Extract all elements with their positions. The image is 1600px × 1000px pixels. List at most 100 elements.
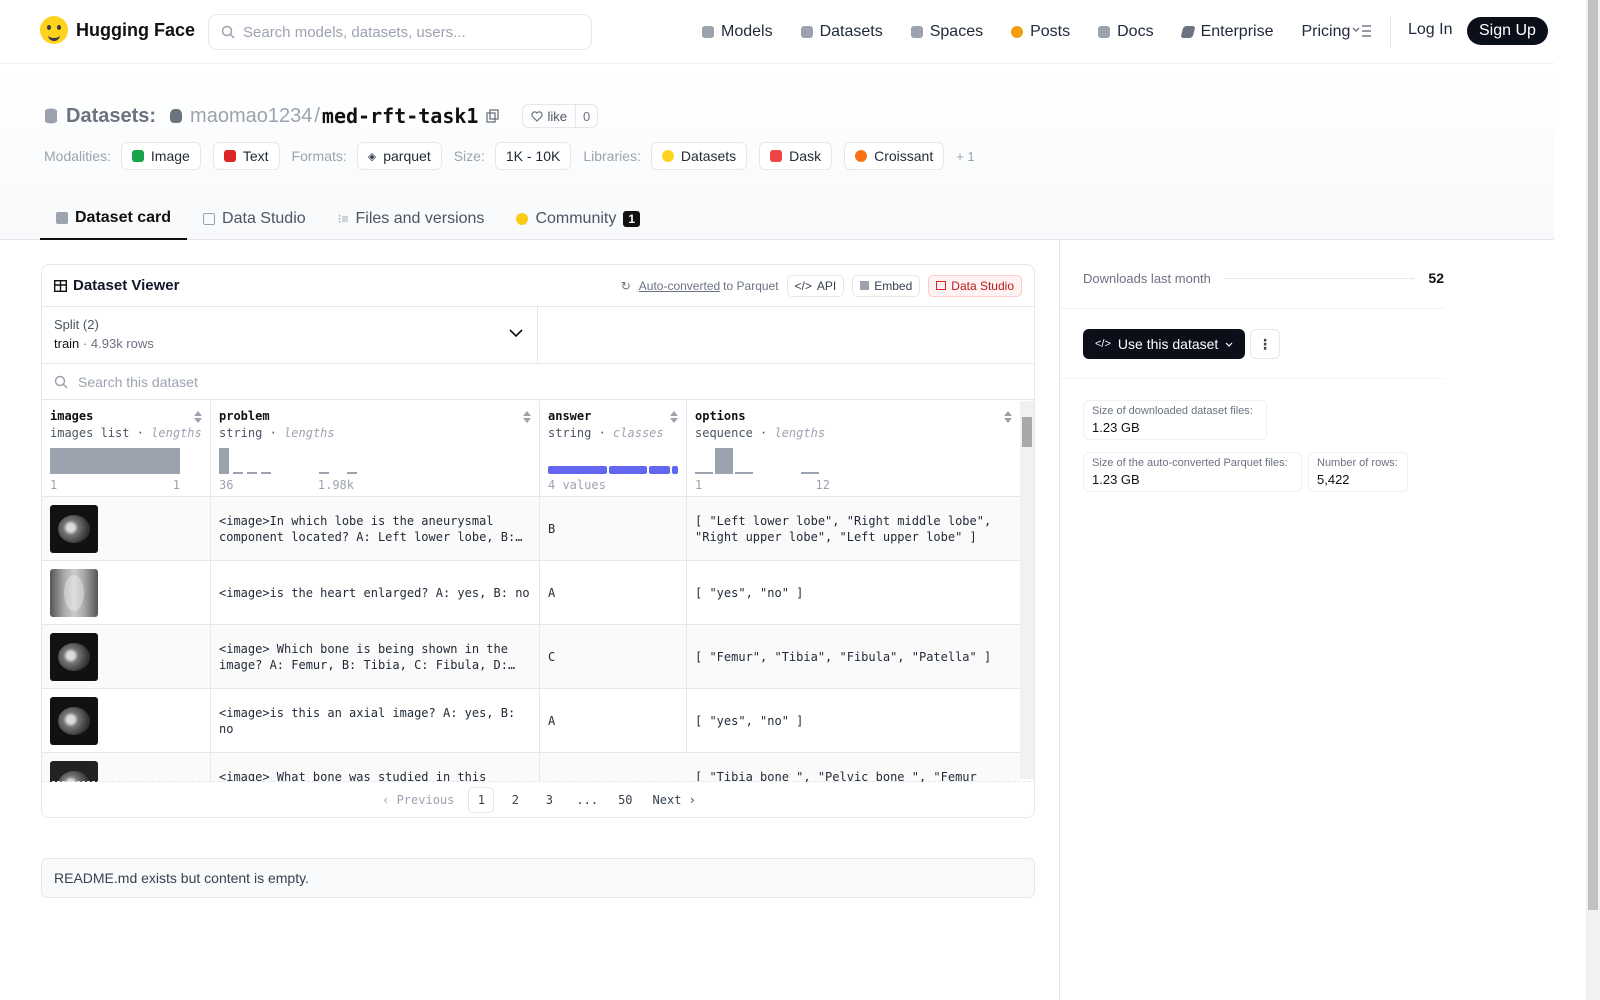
tag-library-croissant[interactable]: Croissant: [844, 142, 945, 170]
histogram-bar[interactable]: [695, 472, 713, 474]
histogram-bar[interactable]: [247, 472, 257, 474]
split-select[interactable]: Split (2) train · 4.93k rows: [42, 307, 538, 363]
to-parquet-text: to Parquet: [723, 278, 779, 293]
brand-logo[interactable]: Hugging Face: [40, 16, 195, 44]
table-row[interactable]: <image>is this an axial image? A: yes, B…: [42, 689, 1020, 753]
embed-label: Embed: [874, 278, 913, 293]
class-segment[interactable]: [608, 466, 647, 474]
table-row[interactable]: <image> Which bone is being shown in the…: [42, 625, 1020, 689]
use-this-dataset-button[interactable]: </> Use this dataset: [1083, 329, 1246, 359]
nav-link-spaces[interactable]: Spaces: [910, 18, 983, 46]
medical-image-thumbnail[interactable]: [50, 632, 98, 681]
dataset-search-input[interactable]: Search this dataset: [42, 364, 1034, 400]
nav-link-pricing[interactable]: Pricing: [1301, 18, 1350, 46]
auto-converted-link[interactable]: Auto-converted: [639, 279, 720, 293]
histogram-bar[interactable]: [50, 448, 180, 474]
sort-icon[interactable]: [1004, 411, 1012, 423]
page-button[interactable]: 1: [468, 786, 495, 813]
split-value: train · 4.93k rows: [54, 336, 154, 351]
use-button-label: Use this dataset: [1117, 336, 1219, 352]
readme-notice: README.md exists but content is empty.: [41, 858, 1035, 898]
table-scrollbar[interactable]: [1020, 401, 1034, 779]
sort-icon[interactable]: [194, 411, 202, 423]
like-count: 0: [582, 108, 591, 124]
histogram-bar[interactable]: [801, 472, 819, 474]
login-link[interactable]: Log In: [1408, 21, 1452, 39]
tag-label: Text: [242, 148, 269, 164]
histogram-bar[interactable]: [319, 472, 329, 474]
tag-modality-text[interactable]: Text: [212, 142, 280, 170]
more-libraries[interactable]: + 1: [956, 149, 974, 164]
table-row[interactable]: <image>is the heart enlarged? A: yes, B:…: [42, 561, 1020, 625]
tab-data-studio[interactable]: Data Studio: [187, 198, 322, 240]
page-scrollbar[interactable]: [1586, 0, 1600, 1000]
page-button[interactable]: 3: [536, 787, 562, 813]
embed-button[interactable]: Embed: [852, 274, 921, 297]
data-studio-button[interactable]: Data Studio: [928, 274, 1022, 297]
dotted-leader: [1224, 277, 1415, 279]
page-button[interactable]: 50: [612, 787, 638, 813]
viewer-title-text: Dataset Viewer: [73, 277, 180, 294]
nav-link-enterprise[interactable]: Enterprise: [1179, 18, 1274, 46]
medical-image-thumbnail[interactable]: [50, 696, 98, 745]
repo-title: Datasets: maomao1234 / med-rft-task1 lik…: [44, 104, 599, 128]
tab-community[interactable]: Community 1: [500, 198, 656, 240]
path-separator: /: [314, 104, 320, 127]
class-segment[interactable]: [548, 466, 607, 474]
class-segment[interactable]: [671, 466, 678, 474]
nav-link-docs[interactable]: Docs: [1098, 18, 1154, 46]
more-options-button[interactable]: ⋮: [1250, 329, 1280, 359]
column-header-images[interactable]: images images list · lengths 11: [42, 401, 211, 496]
class-segment[interactable]: [648, 466, 670, 474]
tab-dataset-card[interactable]: Dataset card: [40, 198, 188, 240]
heart-icon: [531, 110, 544, 122]
nav-link-label: Enterprise: [1200, 23, 1274, 40]
copy-icon[interactable]: [486, 109, 500, 123]
nav-link-datasets[interactable]: Datasets: [800, 18, 883, 46]
nav-link-posts[interactable]: Posts: [1011, 18, 1070, 46]
tag-size[interactable]: 1K - 10K: [494, 142, 572, 170]
owner-link[interactable]: maomao1234: [190, 105, 312, 128]
tag-modality-image[interactable]: Image: [120, 142, 201, 170]
table-row[interactable]: <image>In which lobe is the aneurysmal c…: [42, 497, 1020, 561]
tag-library-dask[interactable]: Dask: [759, 142, 833, 170]
column-header-options[interactable]: options sequence · lengths 1 12: [687, 401, 1020, 496]
histogram-bar[interactable]: [261, 472, 271, 474]
column-header-answer[interactable]: answer string · classes 4 values: [540, 401, 687, 496]
page-scrollbar-thumb[interactable]: [1588, 0, 1598, 910]
medical-image-thumbnail[interactable]: [50, 504, 98, 553]
problem-cell: <image> What bone was studied in this: [211, 753, 540, 782]
previous-page-button[interactable]: ‹ Previous: [376, 787, 460, 813]
histogram-bar[interactable]: [233, 472, 243, 474]
answer-cell: A: [540, 689, 687, 752]
histogram-bar[interactable]: [219, 448, 229, 474]
histogram-axis: 4 values: [548, 478, 606, 492]
tag-library-datasets[interactable]: Datasets: [650, 142, 748, 170]
histogram-bar[interactable]: [715, 448, 733, 474]
column-header-problem[interactable]: problem string · lengths 36 1.98k: [211, 401, 540, 496]
datasets-breadcrumb[interactable]: Datasets:: [66, 105, 156, 128]
medical-image-thumbnail[interactable]: [50, 568, 98, 617]
tab-files-and-versions[interactable]: ⁝≡ Files and versions: [322, 198, 501, 240]
medical-image-thumbnail[interactable]: [50, 761, 98, 782]
page-button[interactable]: 2: [502, 787, 528, 813]
tag-format-parquet[interactable]: ◈ parquet: [356, 142, 442, 170]
table-row[interactable]: <image> What bone was studied in this [ …: [42, 753, 1020, 782]
scrollbar-thumb[interactable]: [1022, 417, 1032, 447]
nav-link-models[interactable]: Models: [702, 18, 773, 46]
image-cell: [42, 561, 211, 624]
like-button[interactable]: like 0: [522, 104, 599, 128]
histogram-bar[interactable]: [735, 472, 753, 474]
histogram-bar[interactable]: [347, 472, 357, 474]
more-menu-icon[interactable]: [1352, 24, 1372, 38]
global-search-input[interactable]: Search models, datasets, users...: [208, 14, 592, 50]
libraries-label: Libraries:: [583, 148, 641, 164]
files-icon: ⁝≡: [337, 212, 349, 226]
code-icon: </>: [794, 278, 812, 293]
answer-cell: B: [540, 497, 687, 560]
sort-icon[interactable]: [670, 411, 678, 423]
sort-icon[interactable]: [523, 411, 531, 423]
api-button[interactable]: </> API: [786, 274, 845, 297]
next-page-button[interactable]: Next ›: [647, 787, 702, 813]
signup-button[interactable]: Sign Up: [1467, 17, 1548, 45]
